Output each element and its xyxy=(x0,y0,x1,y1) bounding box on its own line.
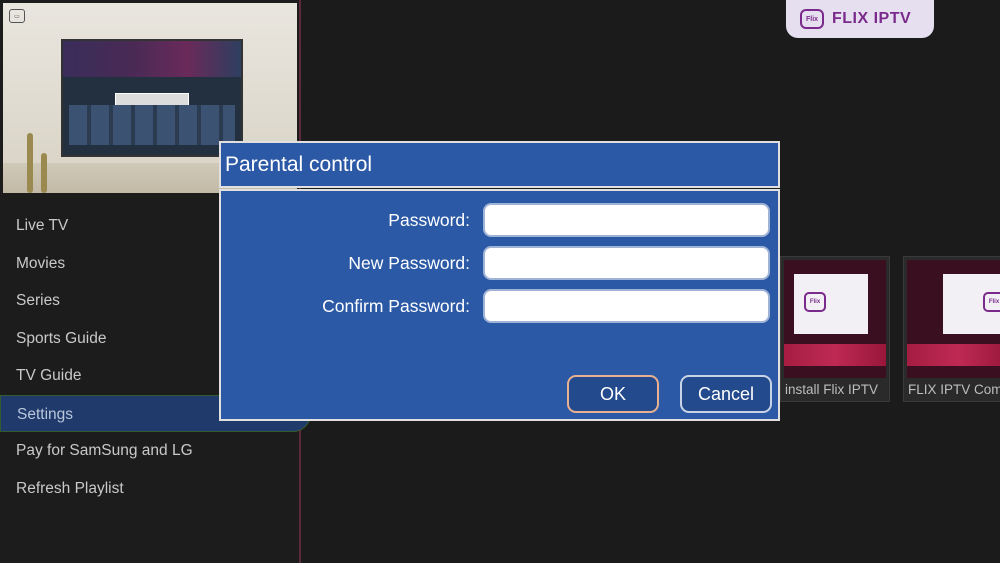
confirm-password-input[interactable] xyxy=(483,289,770,323)
plant-decoration xyxy=(41,153,47,193)
dialog-title: Parental control xyxy=(219,141,780,188)
sidebar-item-pay[interactable]: Pay for SamSung and LG xyxy=(0,432,299,470)
confirm-password-label: Confirm Password: xyxy=(322,296,470,316)
tile-thumbnail: Flix xyxy=(784,260,886,378)
confirm-password-row: Confirm Password: xyxy=(221,289,778,323)
brand-logo: Flix FLIX IPTV xyxy=(786,0,934,38)
tile-caption: FLIX IPTV Com xyxy=(908,382,1000,397)
plant-decoration xyxy=(27,133,33,193)
dialog-title-text: Parental control xyxy=(225,152,373,176)
sidebar-item-refresh-playlist[interactable]: Refresh Playlist xyxy=(0,470,299,508)
tv-logo-icon: Flix xyxy=(983,292,1000,312)
content-tile[interactable]: Flix FLIX IPTV Com xyxy=(903,256,1000,402)
tv-logo-icon: ▭ xyxy=(9,9,25,23)
password-input[interactable] xyxy=(483,203,770,237)
parental-control-dialog: Password: New Password: Confirm Password… xyxy=(219,189,780,421)
new-password-input[interactable] xyxy=(483,246,770,280)
tv-logo-icon: Flix xyxy=(800,9,824,29)
new-password-label: New Password: xyxy=(348,253,470,273)
new-password-row: New Password: xyxy=(221,246,778,280)
tv-logo-icon: Flix xyxy=(804,292,826,312)
preview-tv-screen xyxy=(61,39,243,157)
brand-text: FLIX IPTV xyxy=(832,10,912,27)
tile-thumbnail: Flix xyxy=(907,260,1000,378)
cancel-button[interactable]: Cancel xyxy=(680,375,772,413)
content-tile[interactable]: Flix install Flix IPTV xyxy=(780,256,890,402)
password-label: Password: xyxy=(388,210,470,230)
ok-button[interactable]: OK xyxy=(567,375,659,413)
password-row: Password: xyxy=(221,203,778,237)
tile-caption: install Flix IPTV xyxy=(785,382,879,397)
